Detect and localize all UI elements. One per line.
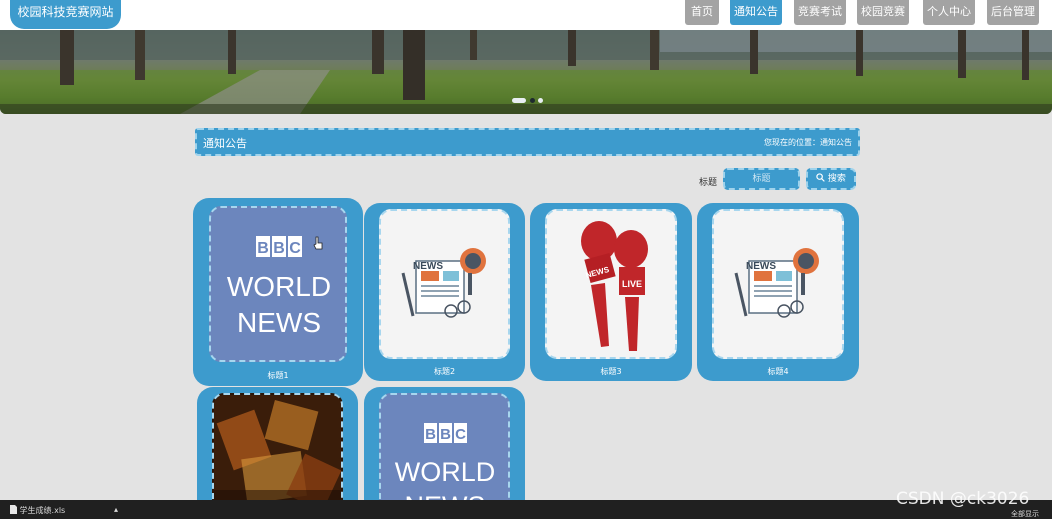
bbc-line2: NEWS [237,307,321,338]
notice-image[interactable]: B B C WORLD NEWS [379,393,510,517]
download-filename: 学生成绩.xls [19,506,66,515]
notice-card[interactable]: NEWS 标题4 [697,203,859,381]
notice-image[interactable] [212,393,343,517]
live-microphones-icon: LIVE NEWS [581,221,648,351]
bbc-letter: B [273,240,285,257]
newspaper-icon: NEWS [401,248,486,318]
nav-personal-center[interactable]: 个人中心 [923,0,975,25]
notice-card[interactable]: B B C WORLD NEWS [364,387,525,517]
live-label: LIVE [622,279,642,289]
typography-image [214,395,341,515]
nav-admin[interactable]: 后台管理 [987,0,1039,25]
download-bar [0,500,1052,519]
search-label: 标题 [699,178,718,188]
news-label: NEWS [746,261,776,272]
section-title: 通知公告 [203,137,247,150]
search-icon [816,173,825,182]
carousel-dot[interactable] [530,98,535,103]
notice-image[interactable]: NEWS [379,209,510,359]
bbc-letter: C [289,240,301,257]
notice-card[interactable]: NEWS 标题2 [364,203,525,381]
nav-campus-competition[interactable]: 校园竞赛 [857,0,909,25]
notice-title[interactable]: 标题1 [193,370,363,381]
carousel-dot-active[interactable] [512,98,526,103]
bbc-letter: B [257,240,269,257]
search-input[interactable] [723,168,800,190]
nav-home[interactable]: 首页 [685,0,719,25]
watermark: CSDN @ck3026 [896,489,1030,509]
notice-title[interactable]: 标题2 [364,366,525,377]
notice-title[interactable]: 标题3 [530,366,692,377]
site-logo[interactable]: 校园科技竞赛网站 [10,0,121,29]
section-header: 通知公告 您现在的位置：通知公告 [195,128,860,156]
nav-competition-exam[interactable]: 竞赛考试 [794,0,846,25]
chevron-up-icon[interactable]: ▴ [114,505,118,514]
notice-card[interactable]: B B C WORLD NEWS 标题1 [193,198,363,386]
notice-card[interactable]: LIVE NEWS 标题3 [530,203,692,381]
banner-image [0,30,1052,114]
bbc-letter: C [455,426,466,443]
bbc-logo: B B C WORLD NEWS [395,423,496,515]
carousel-dot[interactable] [538,98,543,103]
notice-image[interactable]: LIVE NEWS [545,209,677,359]
newspaper-icon: NEWS [734,248,819,318]
bbc-letter: B [425,426,436,443]
search-button-label: 搜索 [827,174,846,184]
search-button[interactable]: 搜索 [806,168,856,190]
bbc-letter: B [440,426,451,443]
bbc-line1: WORLD [227,271,331,302]
notice-image[interactable]: B B C WORLD NEWS [209,206,347,362]
news-label: NEWS [413,261,443,272]
notice-image[interactable]: NEWS [712,209,844,359]
bbc-logo: B B C WORLD NEWS [227,236,331,338]
notice-card[interactable] [197,387,358,517]
download-item[interactable]: 学生成绩.xls [10,505,65,516]
bbc-line1: WORLD [395,457,496,487]
nav-notices[interactable]: 通知公告 [730,0,782,25]
show-all-link[interactable]: 全部显示 [1011,509,1039,519]
hand-cursor-icon [313,236,323,250]
notice-title[interactable]: 标题4 [697,366,859,377]
breadcrumb[interactable]: 您现在的位置：通知公告 [764,137,852,148]
banner-carousel[interactable] [0,30,1052,114]
file-icon [10,505,17,514]
